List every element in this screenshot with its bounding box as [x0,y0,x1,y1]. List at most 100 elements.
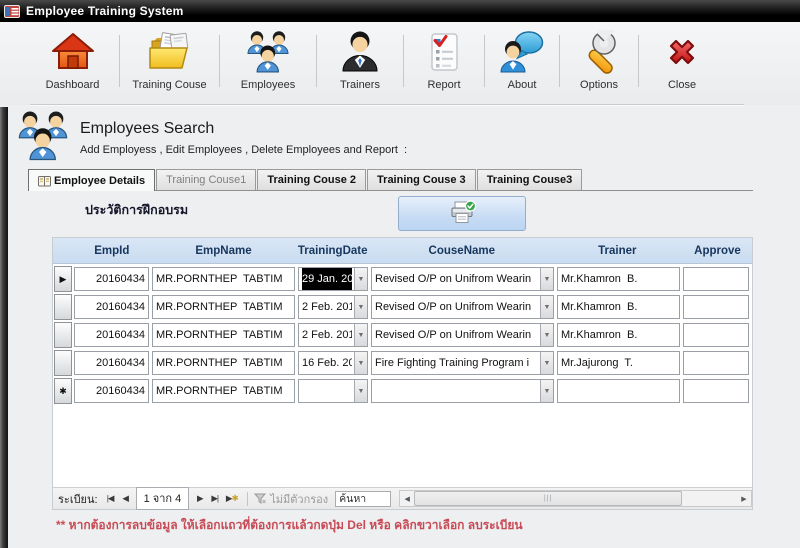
tab-training-couse3[interactable]: Training Couse 3 [367,169,476,190]
cell-empid[interactable]: 20160434 [74,295,149,319]
cell-empid[interactable]: 20160434 [74,379,149,403]
table-row: 20160434 MR.PORNTHEP TABTIM 2 Feb. 2016▼… [53,293,752,321]
cell-trainingdate-combo[interactable]: 29 Jan. 2016▼ [298,267,368,291]
table-row-new-record: ✱ 20160434 MR.PORNTHEP TABTIM ▼ ▼ [53,377,752,405]
chevron-down-icon[interactable]: ▼ [354,324,367,346]
chevron-down-icon[interactable]: ▼ [540,380,553,402]
chevron-down-icon[interactable]: ▼ [540,268,553,290]
cell-approve[interactable] [683,379,749,403]
toolbar-label: Close [668,79,696,91]
record-selector[interactable] [54,322,72,348]
chevron-down-icon[interactable]: ▼ [354,296,367,318]
cell-approve[interactable] [683,323,749,347]
cell-cousename-combo[interactable]: ▼ [371,379,554,403]
toolbar-item-report[interactable]: Report [404,29,484,99]
tab-training-couse2[interactable]: Training Couse 2 [257,169,366,190]
toolbar-item-employees[interactable]: Employees [220,29,316,99]
cell-trainingdate-combo[interactable]: 16 Feb. 201▼ [298,351,368,375]
cell-empid[interactable]: 20160434 [74,351,149,375]
chevron-down-icon[interactable]: ▼ [354,380,367,402]
window-title: Employee Training System [26,4,184,18]
search-input[interactable] [336,493,390,505]
column-header-empid[interactable]: EmpId [73,245,151,257]
cell-empid[interactable]: 20160434 [74,323,149,347]
app-window: Employee Training System Dashboard [0,0,800,548]
tab-training-couse3b[interactable]: Training Couse3 [477,169,583,190]
record-selector-new[interactable]: ✱ [54,378,72,404]
chevron-down-icon[interactable]: ▼ [540,324,553,346]
first-record-button[interactable]: |◀ [103,493,118,504]
report-icon [424,29,464,75]
close-icon [662,29,702,75]
chevron-down-icon[interactable]: ▼ [540,352,553,374]
window-left-edge [0,107,8,548]
column-header-empname[interactable]: EmpName [151,245,297,257]
cell-empname[interactable]: MR.PORNTHEP TABTIM [152,267,295,291]
chevron-down-icon[interactable]: ▼ [540,296,553,318]
wrench-icon [577,29,621,75]
cell-trainingdate-combo[interactable]: 2 Feb. 2016▼ [298,295,368,319]
print-button[interactable] [398,196,526,231]
cell-trainer[interactable]: Mr.Khamron B. [557,295,680,319]
cell-cousename-combo[interactable]: Revised O/P on Unifrom Wearin▼ [371,323,554,347]
chevron-down-icon[interactable]: ▼ [354,268,367,290]
record-selector[interactable] [54,350,72,376]
cell-empname[interactable]: MR.PORNTHEP TABTIM [152,351,295,375]
grid-body: ▶ 20160434 MR.PORNTHEP TABTIM 29 Jan. 20… [53,264,752,487]
record-selector[interactable] [54,294,72,320]
next-record-button[interactable]: ▶ [192,493,207,504]
cell-approve[interactable] [683,267,749,291]
table-row: ▶ 20160434 MR.PORNTHEP TABTIM 29 Jan. 20… [53,265,752,293]
last-record-button[interactable]: ▶| [207,493,222,504]
tab-strip: Employee Details Training Couse1 Trainin… [28,169,753,191]
toolbar-item-trainers[interactable]: Trainers [317,29,403,99]
tab-employee-details[interactable]: Employee Details [28,169,155,191]
toolbar-item-training-couse[interactable]: Training Couse [120,29,219,99]
previous-record-button[interactable]: ◀ [118,493,133,504]
cell-cousename-combo[interactable]: Fire Fighting Training Program i▼ [371,351,554,375]
cell-cousename-combo[interactable]: Revised O/P on Unifrom Wearin▼ [371,267,554,291]
column-header-trainer[interactable]: Trainer [555,245,681,257]
cell-trainer[interactable]: Mr.Khamron B. [557,267,680,291]
toolbar-item-options[interactable]: Options [560,29,638,99]
cell-trainingdate-combo[interactable]: 2 Feb. 2016▼ [298,323,368,347]
scrollbar-track[interactable] [682,491,737,506]
new-record-button[interactable]: ▶✱ [222,493,241,504]
toolbar-item-dashboard[interactable]: Dashboard [26,29,119,99]
scroll-left-button[interactable]: ◀ [400,491,414,506]
cell-trainer[interactable]: Mr.Khamron B. [557,323,680,347]
trainer-icon [339,29,381,75]
cell-approve[interactable] [683,351,749,375]
tab-label: Training Couse 2 [267,174,356,186]
cell-approve[interactable] [683,295,749,319]
title-bar: Employee Training System [0,0,800,22]
cell-trainingdate-combo[interactable]: ▼ [298,379,368,403]
table-row: 20160434 MR.PORNTHEP TABTIM 16 Feb. 201▼… [53,349,752,377]
toolbar-label: Training Couse [132,79,206,91]
scrollbar-thumb[interactable]: ||| [414,491,682,506]
toolbar-label: Dashboard [46,79,100,91]
cell-cousename-combo[interactable]: Revised O/P on Unifrom Wearin▼ [371,295,554,319]
scroll-right-button[interactable]: ▶ [737,491,751,506]
column-header-approve[interactable]: Approve [680,245,752,257]
record-selector[interactable]: ▶ [54,266,72,292]
cell-trainer[interactable] [557,379,680,403]
column-header-cousename[interactable]: CouseName [369,245,554,257]
cell-empname[interactable]: MR.PORNTHEP TABTIM [152,295,295,319]
toolbar-item-about[interactable]: About [485,29,559,99]
column-header-trainingdate[interactable]: TrainingDate [296,245,369,257]
record-position-box[interactable]: 1 จาก 4 [136,487,190,510]
tab-training-couse1[interactable]: Training Couse1 [156,169,256,190]
cell-empname[interactable]: MR.PORNTHEP TABTIM [152,323,295,347]
book-icon [38,175,51,187]
about-icon [500,29,544,75]
filter-button[interactable]: ไม่มีตัวกรอง [254,490,328,508]
toolbar-item-close[interactable]: Close [639,29,725,99]
toolbar-label: Trainers [340,79,380,91]
cell-empname[interactable]: MR.PORNTHEP TABTIM [152,379,295,403]
cell-empid[interactable]: 20160434 [74,267,149,291]
record-search-box [335,491,391,507]
cell-trainer[interactable]: Mr.Jajurong T. [557,351,680,375]
toolbar-divider [30,104,744,106]
chevron-down-icon[interactable]: ▼ [354,352,367,374]
